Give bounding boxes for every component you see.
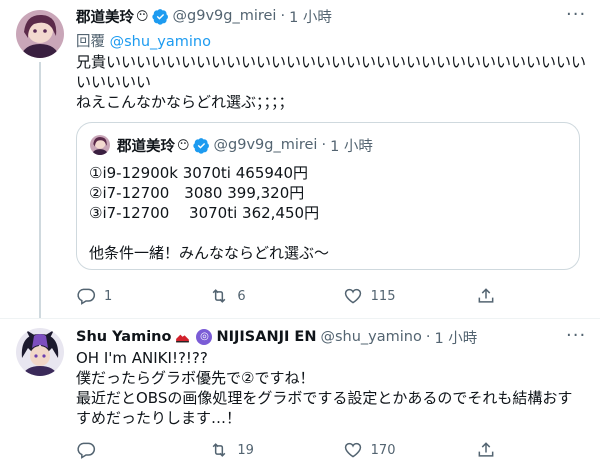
reply-prefix: 回覆 <box>76 34 105 50</box>
quote-avatar <box>90 135 110 155</box>
retweet-button[interactable]: 6 <box>209 284 309 308</box>
action-bar: 19 170 <box>76 438 506 462</box>
tweet-text-line: 最近だとOBSの画像処理をグラボでする設定とかあるのでそれも結構おす <box>76 389 573 407</box>
reply-icon <box>76 286 96 306</box>
tweet-text-line: OH I'm ANIKI!?!?? <box>76 349 208 367</box>
quote-text-line <box>89 223 569 243</box>
verified-icon <box>151 8 169 25</box>
tweet-text-line: 僕だったらグラボ優先で②ですね！ <box>76 369 315 387</box>
separator-dot: · <box>280 8 286 24</box>
quote-header: 郡道美玲 😶 @g9v9g_mirei · 1 小時 <box>117 134 373 156</box>
like-count: 115 <box>370 288 396 304</box>
tweet-text-line: すめだったりします…！ <box>76 409 242 427</box>
tweet-text-line: ねえこんなかならどれ選ぶ；；；； <box>76 93 294 111</box>
heart-icon <box>343 440 363 460</box>
handle[interactable]: @shu_yamino <box>320 329 421 345</box>
quote-handle: @g9v9g_mirei <box>213 137 318 153</box>
quote-text-line: 他条件一緒！みんなならどれ選ぶ～ <box>89 244 330 262</box>
like-button[interactable]: 115 <box>343 284 443 308</box>
display-name[interactable]: 郡道美玲 <box>76 6 134 27</box>
reply-count: 1 <box>104 288 113 304</box>
quoted-tweet[interactable]: 郡道美玲 😶 @g9v9g_mirei · 1 小時 ①i9-12900k 30… <box>76 122 580 270</box>
emoji-badge: 😶 <box>177 138 190 152</box>
tweet-shu[interactable]: Shu Yamino ◎ NIJISANJI EN @shu_yamino · … <box>0 318 600 475</box>
tweet-text: 兄貴いいいいいいいいいいいいいいいいいいいいいいいいいいいいいいいい いいいいい… <box>76 52 586 112</box>
avatar-mirei[interactable] <box>16 10 64 58</box>
more-options-icon[interactable]: ··· <box>566 327 586 349</box>
quote-text-line: ①i9-12900k 3070ti 465940円 <box>89 164 308 182</box>
retweet-count: 19 <box>237 442 254 458</box>
avatar-shu[interactable] <box>16 328 64 376</box>
share-button[interactable] <box>476 284 506 308</box>
verified-icon <box>192 137 210 154</box>
tweet-text-line: いいいいい <box>76 73 152 91</box>
sneaker-badge-icon <box>174 329 191 346</box>
quote-text-line: ③i7-12700 3070ti 362,450円 <box>89 204 320 222</box>
timestamp[interactable]: 1 小時 <box>434 327 477 348</box>
reply-button[interactable] <box>76 438 176 462</box>
share-button[interactable] <box>476 438 506 462</box>
separator-dot: · <box>425 329 431 345</box>
display-name[interactable]: Shu Yamino <box>76 329 171 345</box>
affiliation: NIJISANJI EN <box>216 329 317 345</box>
thread-line <box>39 62 41 318</box>
retweet-icon <box>209 286 229 306</box>
tweet-mirei[interactable]: 郡道美玲 😶 @g9v9g_mirei · 1 小時 ··· 回覆 @shu_y… <box>0 0 600 318</box>
tweet-text: OH I'm ANIKI!?!?? 僕だったらグラボ優先で②ですね！ 最近だとO… <box>76 348 586 428</box>
tweet-text-line: 兄貴いいいいいいいいいいいいいいいいいいいいいいいいいいいいいいいい <box>76 53 587 71</box>
like-count: 170 <box>370 442 396 458</box>
more-options-icon[interactable]: ··· <box>566 6 586 28</box>
reply-icon <box>76 440 96 460</box>
heart-icon <box>343 286 363 306</box>
tweet-header: Shu Yamino ◎ NIJISANJI EN @shu_yamino · … <box>76 327 477 347</box>
quote-text-line: ②i7-12700 3080 399,320円 <box>89 184 305 202</box>
quote-timestamp: 1 小時 <box>330 138 373 155</box>
reply-button[interactable]: 1 <box>76 284 176 308</box>
separator-dot: · <box>321 137 327 153</box>
share-icon <box>476 440 496 460</box>
share-icon <box>476 286 496 306</box>
handle[interactable]: @g9v9g_mirei <box>173 8 277 24</box>
reply-to-link[interactable]: @shu_yamino <box>110 34 211 50</box>
nijisanji-badge-icon: ◎ <box>196 329 213 345</box>
action-bar: 1 6 115 <box>76 284 506 308</box>
like-button[interactable]: 170 <box>343 438 443 462</box>
reply-context: 回覆 @shu_yamino <box>76 30 211 51</box>
quote-display-name: 郡道美玲 <box>117 138 175 155</box>
retweet-count: 6 <box>237 288 246 304</box>
retweet-icon <box>209 440 229 460</box>
tweet-header: 郡道美玲 😶 @g9v9g_mirei · 1 小時 <box>76 6 332 26</box>
emoji-badge: 😶 <box>136 9 149 23</box>
timestamp[interactable]: 1 小時 <box>289 6 332 27</box>
quote-text: ①i9-12900k 3070ti 465940円 ②i7-12700 3080… <box>89 163 569 263</box>
retweet-button[interactable]: 19 <box>209 438 309 462</box>
